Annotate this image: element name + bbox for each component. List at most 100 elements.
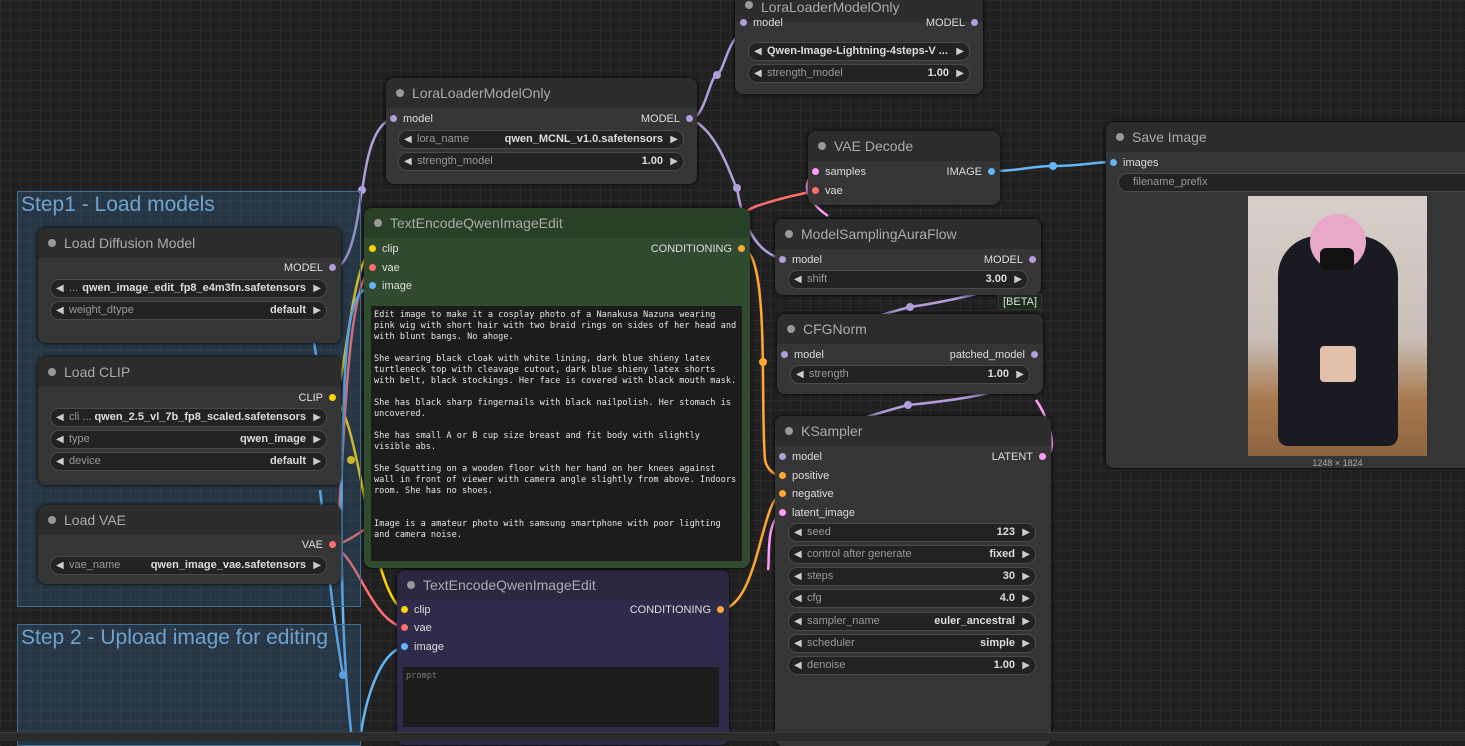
right-arrow-icon[interactable]: ▶	[956, 43, 964, 60]
model-dot[interactable]	[1029, 256, 1036, 263]
left-arrow-icon[interactable]: ◀	[794, 635, 802, 652]
control-after-generate-widget[interactable]: ◀ control after generate fixed ▶	[788, 545, 1036, 564]
input-positive[interactable]: positive	[779, 467, 829, 485]
model-dot[interactable]	[740, 19, 747, 26]
weight-dtype-widget[interactable]: ◀ weight_dtype default ▶	[50, 301, 327, 320]
output-model[interactable]: MODEL	[926, 14, 978, 32]
input-image[interactable]: image	[369, 277, 412, 295]
clip-dot[interactable]	[401, 606, 408, 613]
input-negative[interactable]: negative	[779, 485, 834, 503]
left-arrow-icon[interactable]: ◀	[796, 366, 804, 383]
type-widget[interactable]: ◀ type qwen_image ▶	[50, 430, 327, 449]
input-vae[interactable]: vae	[812, 182, 843, 200]
node-load-diffusion[interactable]: Load Diffusion Model MODEL ◀... qwen_imag…	[38, 228, 341, 343]
cfg-widget[interactable]: ◀ cfg 4.0 ▶	[788, 589, 1036, 608]
steps-widget[interactable]: ◀ steps 30 ▶	[788, 567, 1036, 586]
vae-dot[interactable]	[329, 541, 336, 548]
device-widget[interactable]: ◀ device default ▶	[50, 452, 327, 471]
left-arrow-icon[interactable]: ◀	[56, 431, 64, 448]
node-load-clip[interactable]: Load CLIP CLIP ◀ cli ... qwen_2.5_vl_7b_fp…	[38, 357, 341, 485]
vae-dot[interactable]	[369, 264, 376, 271]
output-model[interactable]: MODEL	[641, 110, 693, 128]
right-arrow-icon[interactable]: ▶	[670, 131, 678, 148]
left-arrow-icon[interactable]: ◀	[794, 271, 802, 288]
input-model[interactable]: model	[779, 448, 822, 466]
left-arrow-icon[interactable]: ◀	[794, 546, 802, 563]
right-arrow-icon[interactable]: ▶	[313, 280, 321, 297]
model-dot[interactable]	[329, 264, 336, 271]
shift-widget[interactable]: ◀ shift 3.00 ▶	[788, 270, 1028, 289]
right-arrow-icon[interactable]: ▶	[313, 431, 321, 448]
strength-widget[interactable]: ◀ strength_model 1.00 ▶	[398, 152, 684, 171]
model-dot[interactable]	[1031, 351, 1038, 358]
output-model[interactable]: MODEL	[984, 251, 1036, 269]
node-model-sampling-aura-flow[interactable]: ModelSamplingAuraFlow model MODEL ◀ shift…	[775, 219, 1041, 295]
left-arrow-icon[interactable]: ◀	[794, 590, 802, 607]
right-arrow-icon[interactable]: ▶	[1022, 524, 1030, 541]
node-ksampler[interactable]: KSampler model positive negative latent_…	[775, 416, 1051, 746]
output-clip[interactable]: CLIP	[299, 389, 336, 407]
filename-prefix-widget[interactable]: filename_prefix	[1118, 173, 1465, 192]
left-arrow-icon[interactable]: ◀	[56, 453, 64, 470]
scheduler-widget[interactable]: ◀ scheduler simple ▶	[788, 634, 1036, 653]
node-cfgnorm[interactable]: CFGNorm model patched_model ◀ strength 1.0…	[777, 314, 1043, 394]
right-arrow-icon[interactable]: ▶	[670, 153, 678, 170]
latent-dot[interactable]	[812, 168, 819, 175]
lora-name-widget[interactable]: ◀ Qwen-Image-Lightning-4steps-V ... ▶	[748, 42, 970, 61]
left-arrow-icon[interactable]: ◀	[56, 280, 64, 297]
node-text-encode-negative[interactable]: TextEncodeQwenImageEdit clip vae image C…	[397, 570, 729, 745]
left-arrow-icon[interactable]: ◀	[794, 568, 802, 585]
strength-widget[interactable]: ◀ strength 1.00 ▶	[790, 365, 1030, 384]
output-latent[interactable]: LATENT	[992, 448, 1046, 466]
right-arrow-icon[interactable]: ▶	[1014, 271, 1022, 288]
left-arrow-icon[interactable]: ◀	[794, 524, 802, 541]
sampler-name-widget[interactable]: ◀ sampler_name euler_ancestral ▶	[788, 612, 1036, 631]
output-vae[interactable]: VAE	[302, 536, 336, 554]
output-model[interactable]: MODEL	[284, 259, 336, 277]
clip-name-widget[interactable]: ◀ cli ... qwen_2.5_vl_7b_fp8_scaled.safete…	[50, 408, 327, 427]
right-arrow-icon[interactable]: ▶	[313, 453, 321, 470]
prompt-textarea[interactable]: prompt	[403, 667, 719, 727]
left-arrow-icon[interactable]: ◀	[404, 131, 412, 148]
left-arrow-icon[interactable]: ◀	[56, 302, 64, 319]
denoise-widget[interactable]: ◀ denoise 1.00 ▶	[788, 656, 1036, 675]
prompt-textarea[interactable]: Edit image to make it a cosplay photo of…	[371, 306, 742, 561]
latent-dot[interactable]	[1039, 453, 1046, 460]
input-model[interactable]: model	[781, 346, 824, 364]
vae-name-widget[interactable]: ◀ vae_name qwen_image_vae.safetensors ▶	[50, 556, 327, 575]
group-step2[interactable]: Step 2 - Upload image for editing	[17, 624, 361, 746]
lora-name-widget[interactable]: ◀ lora_name qwen_MCNL_v1.0.safetensors ▶	[398, 130, 684, 149]
output-conditioning[interactable]: CONDITIONING	[630, 601, 724, 619]
right-arrow-icon[interactable]: ▶	[1022, 635, 1030, 652]
output-image-preview[interactable]	[1248, 196, 1427, 456]
node-lora-top[interactable]: LoraLoaderModelOnly model MODEL ◀ Qwen-Im…	[735, 0, 983, 94]
node-text-encode-positive[interactable]: TextEncodeQwenImageEdit clip vae image C…	[364, 208, 750, 568]
right-arrow-icon[interactable]: ▶	[1022, 546, 1030, 563]
conditioning-dot[interactable]	[738, 245, 745, 252]
right-arrow-icon[interactable]: ▶	[956, 65, 964, 82]
right-arrow-icon[interactable]: ▶	[313, 409, 321, 426]
model-dot[interactable]	[686, 115, 693, 122]
vae-dot[interactable]	[401, 624, 408, 631]
seed-widget[interactable]: ◀ seed 123 ▶	[788, 523, 1036, 542]
conditioning-dot[interactable]	[717, 606, 724, 613]
image-dot[interactable]	[988, 168, 995, 175]
input-model[interactable]: model	[779, 251, 822, 269]
strength-widget[interactable]: ◀ strength_model 1.00 ▶	[748, 64, 970, 83]
input-clip[interactable]: clip	[401, 601, 431, 619]
output-image[interactable]: IMAGE	[947, 163, 995, 181]
right-arrow-icon[interactable]: ▶	[313, 557, 321, 574]
input-image[interactable]: image	[401, 638, 444, 656]
left-arrow-icon[interactable]: ◀	[754, 43, 762, 60]
model-dot[interactable]	[779, 256, 786, 263]
left-arrow-icon[interactable]: ◀	[56, 557, 64, 574]
clip-dot[interactable]	[329, 394, 336, 401]
input-images[interactable]: images	[1110, 154, 1158, 172]
left-arrow-icon[interactable]: ◀	[794, 613, 802, 630]
left-arrow-icon[interactable]: ◀	[56, 409, 64, 426]
node-save-image[interactable]: Save Image images filename_prefix 1248 ×…	[1106, 122, 1465, 468]
input-model[interactable]: model	[740, 14, 783, 32]
output-conditioning[interactable]: CONDITIONING	[651, 240, 745, 258]
image-dot[interactable]	[401, 643, 408, 650]
input-samples[interactable]: samples	[812, 163, 866, 181]
